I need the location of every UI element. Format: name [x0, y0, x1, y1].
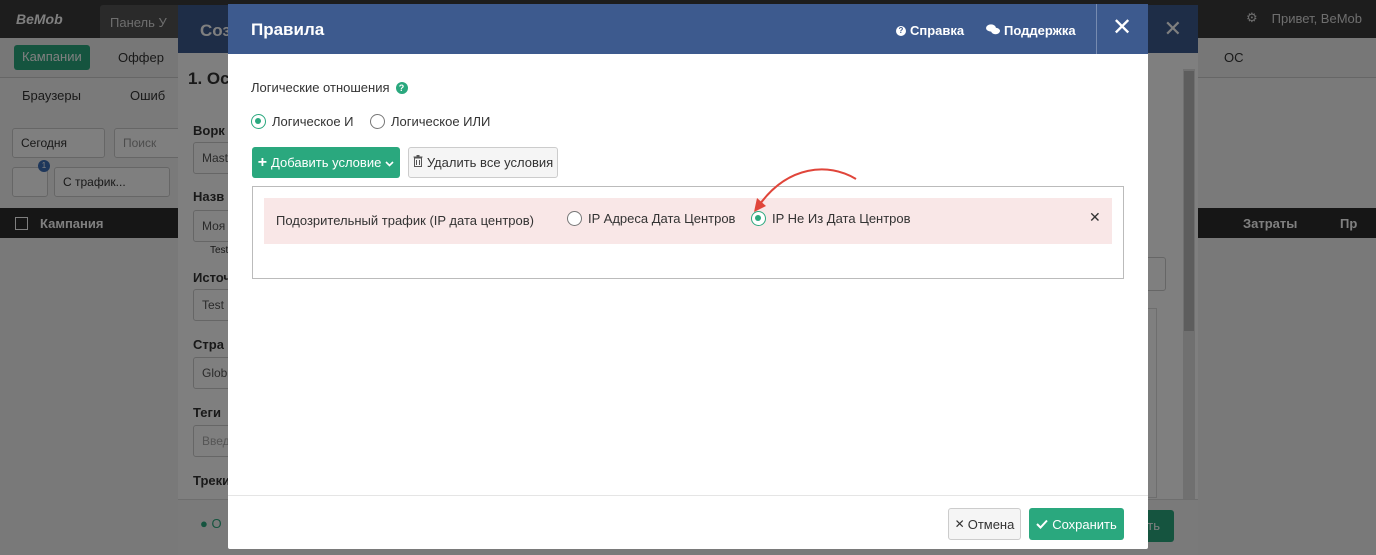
add-condition-button[interactable]: + Добавить условие [252, 147, 400, 178]
rules-modal-title: Правила [251, 20, 325, 39]
close-icon: ✕ [954, 517, 965, 531]
help-icon[interactable]: ? [395, 81, 408, 94]
logic-or-label: Логическое ИЛИ [391, 114, 491, 129]
chat-bubbles-icon [986, 23, 1000, 38]
trash-icon [413, 155, 423, 170]
datacenter-radio[interactable] [567, 211, 582, 226]
question-circle-icon: ? [896, 25, 906, 36]
delete-all-label: Удалить все условия [426, 155, 554, 170]
add-condition-label: Добавить условие [271, 155, 382, 170]
cancel-button[interactable]: ✕ Отмена [948, 508, 1021, 540]
support-link[interactable]: Поддержка [986, 23, 1076, 38]
help-link[interactable]: ? Справка [896, 23, 964, 38]
support-label: Поддержка [1004, 23, 1076, 38]
logic-relations-text: Логические отношения [251, 80, 390, 95]
logic-or-option[interactable]: Логическое ИЛИ [370, 114, 490, 129]
logic-relations-label: Логические отношения ? [251, 80, 408, 95]
rules-modal-footer: ✕ Отмена Сохранить [228, 495, 1148, 549]
save-button[interactable]: Сохранить [1029, 508, 1124, 540]
condition-row: Подозрительный трафик (IP дата центров) … [264, 198, 1112, 244]
help-label: Справка [910, 23, 965, 38]
delete-all-conditions-button[interactable]: Удалить все условия [408, 147, 558, 178]
chevron-down-icon [385, 155, 394, 170]
rules-modal: Правила ? Справка Поддержка ✕ Логические… [228, 4, 1148, 549]
condition-option-datacenter[interactable]: IP Адреса Дата Центров [567, 211, 735, 226]
save-label: Сохранить [1052, 516, 1117, 532]
logic-and-label: Логическое И [272, 114, 354, 129]
remove-condition-icon[interactable]: ✕ [1089, 209, 1101, 226]
conditions-container: Подозрительный трафик (IP дата центров) … [252, 186, 1124, 279]
plus-icon: + [257, 153, 268, 171]
rules-modal-header: Правила ? Справка Поддержка ✕ [228, 4, 1148, 54]
check-icon [1036, 517, 1048, 532]
annotation-arrow [754, 168, 857, 212]
condition-label: Подозрительный трафик (IP дата центров) [276, 213, 534, 228]
cancel-label: Отмена [967, 516, 1015, 532]
logic-or-radio[interactable] [370, 114, 385, 129]
logic-and-radio[interactable] [251, 114, 266, 129]
logic-and-option[interactable]: Логическое И [251, 114, 354, 129]
datacenter-label: IP Адреса Дата Центров [588, 211, 736, 226]
close-icon[interactable]: ✕ [1096, 4, 1148, 54]
